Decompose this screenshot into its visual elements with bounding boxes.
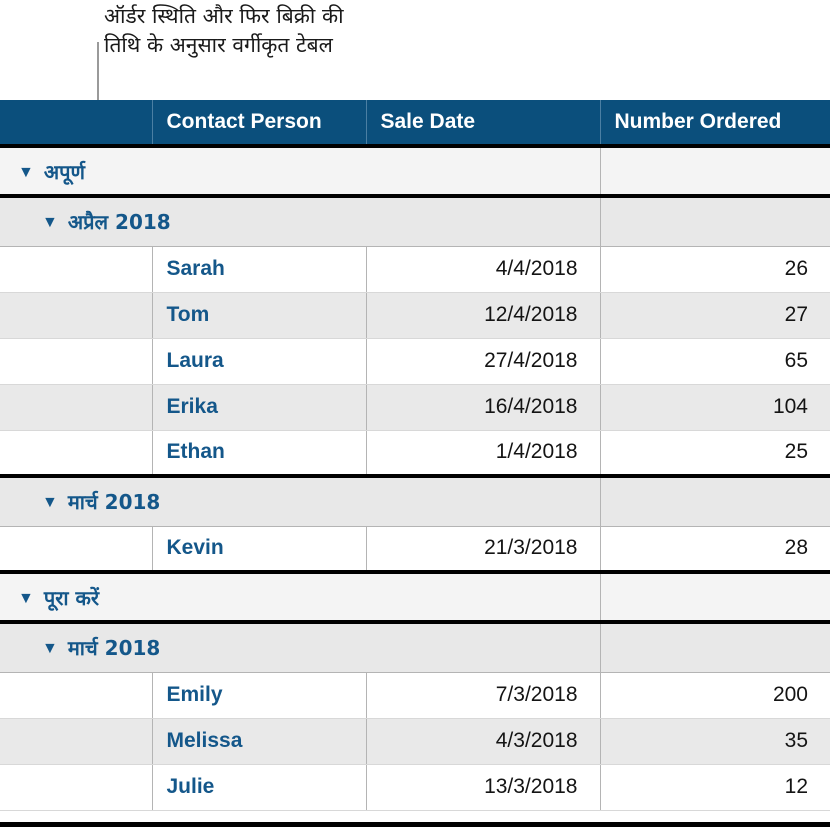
group-row-level-1[interactable]: ▼ अपूर्ण: [0, 146, 830, 196]
cell-sale-date[interactable]: 27/4/2018: [366, 338, 600, 384]
group-label-wrap: ▼ मार्च 2018: [14, 491, 160, 514]
group-label-cell[interactable]: ▼ अपूर्ण: [0, 146, 366, 196]
table-bottom-rule: [0, 822, 830, 827]
cell-number-ordered[interactable]: 200: [600, 672, 830, 718]
column-header-contact-person[interactable]: Contact Person: [152, 100, 366, 146]
cell-sale-date[interactable]: 21/3/2018: [366, 526, 600, 572]
group-blank-date: [366, 476, 600, 526]
table-row[interactable]: Melissa4/3/201835: [0, 718, 830, 764]
group-blank-num: [600, 196, 830, 246]
cell-number-ordered[interactable]: 27: [600, 292, 830, 338]
cell-sale-date[interactable]: 1/4/2018: [366, 430, 600, 476]
cell-sale-date[interactable]: 13/3/2018: [366, 764, 600, 810]
group-blank-num: [600, 476, 830, 526]
cell-sale-date[interactable]: 12/4/2018: [366, 292, 600, 338]
table-body: ▼अपूर्ण▼अप्रैल 2018Sarah4/4/201826Tom12/…: [0, 146, 830, 810]
cell-contact-person[interactable]: Laura: [152, 338, 366, 384]
cell-contact-person[interactable]: Kevin: [152, 526, 366, 572]
cell-number-ordered[interactable]: 25: [600, 430, 830, 476]
cell-number-ordered[interactable]: 65: [600, 338, 830, 384]
disclosure-triangle-down-icon[interactable]: ▼: [42, 495, 58, 511]
cell-contact-person[interactable]: Julie: [152, 764, 366, 810]
disclosure-triangle-down-icon[interactable]: ▼: [42, 215, 58, 231]
cell-sale-date[interactable]: 16/4/2018: [366, 384, 600, 430]
group-label: मार्च 2018: [68, 490, 160, 514]
group-label-cell[interactable]: ▼ मार्च 2018: [0, 622, 366, 672]
group-label-wrap: ▼ अप्रैल 2018: [14, 211, 171, 234]
sorted-table: Contact Person Sale Date Number Ordered …: [0, 100, 830, 811]
group-row-level-2[interactable]: ▼ मार्च 2018: [0, 622, 830, 672]
group-label: अप्रैल 2018: [68, 210, 171, 234]
header-row: Contact Person Sale Date Number Ordered: [0, 100, 830, 146]
table-row[interactable]: Julie13/3/201812: [0, 764, 830, 810]
group-blank-date: [366, 196, 600, 246]
group-label-wrap: ▼ पूरा करें: [14, 587, 99, 610]
cell-contact-person[interactable]: Sarah: [152, 246, 366, 292]
group-label: पूरा करें: [44, 586, 99, 610]
disclosure-triangle-down-icon[interactable]: ▼: [18, 165, 34, 181]
row-indent-cell: [0, 764, 152, 810]
cell-contact-person[interactable]: Tom: [152, 292, 366, 338]
group-blank-num: [600, 146, 830, 196]
table-row[interactable]: Ethan1/4/201825: [0, 430, 830, 476]
caption-block: ऑर्डर स्थिति और फिर बिक्री की तिथि के अन…: [104, 2, 524, 60]
group-blank-num: [600, 572, 830, 622]
disclosure-triangle-down-icon[interactable]: ▼: [18, 591, 34, 607]
table-row[interactable]: Laura27/4/201865: [0, 338, 830, 384]
row-indent-cell: [0, 292, 152, 338]
table-row[interactable]: Erika16/4/2018104: [0, 384, 830, 430]
group-row-level-2[interactable]: ▼ मार्च 2018: [0, 476, 830, 526]
table-row[interactable]: Emily7/3/2018200: [0, 672, 830, 718]
group-blank-date: [366, 146, 600, 196]
group-label-cell[interactable]: ▼ अप्रैल 2018: [0, 196, 366, 246]
cell-number-ordered[interactable]: 28: [600, 526, 830, 572]
group-label-wrap: ▼ मार्च 2018: [14, 637, 160, 660]
table-row[interactable]: Sarah4/4/201826: [0, 246, 830, 292]
cell-sale-date[interactable]: 4/4/2018: [366, 246, 600, 292]
row-indent-cell: [0, 246, 152, 292]
group-blank-num: [600, 622, 830, 672]
column-header-indent[interactable]: [0, 100, 152, 146]
cell-number-ordered[interactable]: 26: [600, 246, 830, 292]
table-row[interactable]: Kevin21/3/201828: [0, 526, 830, 572]
group-row-level-1[interactable]: ▼ पूरा करें: [0, 572, 830, 622]
group-label: मार्च 2018: [68, 636, 160, 660]
group-blank-date: [366, 572, 600, 622]
cell-contact-person[interactable]: Ethan: [152, 430, 366, 476]
caption-line-2: तिथि के अनुसार वर्गीकृत टेबल: [104, 31, 524, 60]
row-indent-cell: [0, 384, 152, 430]
group-row-level-2[interactable]: ▼ अप्रैल 2018: [0, 196, 830, 246]
row-indent-cell: [0, 718, 152, 764]
cell-number-ordered[interactable]: 35: [600, 718, 830, 764]
cell-contact-person[interactable]: Emily: [152, 672, 366, 718]
cell-number-ordered[interactable]: 104: [600, 384, 830, 430]
row-indent-cell: [0, 430, 152, 476]
cell-sale-date[interactable]: 7/3/2018: [366, 672, 600, 718]
column-header-sale-date[interactable]: Sale Date: [366, 100, 600, 146]
group-blank-date: [366, 622, 600, 672]
row-indent-cell: [0, 672, 152, 718]
disclosure-triangle-down-icon[interactable]: ▼: [42, 641, 58, 657]
group-label-cell[interactable]: ▼ पूरा करें: [0, 572, 366, 622]
cell-contact-person[interactable]: Erika: [152, 384, 366, 430]
cell-number-ordered[interactable]: 12: [600, 764, 830, 810]
group-label-cell[interactable]: ▼ मार्च 2018: [0, 476, 366, 526]
row-indent-cell: [0, 526, 152, 572]
table-row[interactable]: Tom12/4/201827: [0, 292, 830, 338]
caption-line-1: ऑर्डर स्थिति और फिर बिक्री की: [104, 2, 524, 31]
column-header-number-ordered[interactable]: Number Ordered: [600, 100, 830, 146]
cell-sale-date[interactable]: 4/3/2018: [366, 718, 600, 764]
table-header: Contact Person Sale Date Number Ordered: [0, 100, 830, 146]
group-label: अपूर्ण: [44, 160, 85, 184]
group-label-wrap: ▼ अपूर्ण: [14, 161, 85, 184]
cell-contact-person[interactable]: Melissa: [152, 718, 366, 764]
row-indent-cell: [0, 338, 152, 384]
